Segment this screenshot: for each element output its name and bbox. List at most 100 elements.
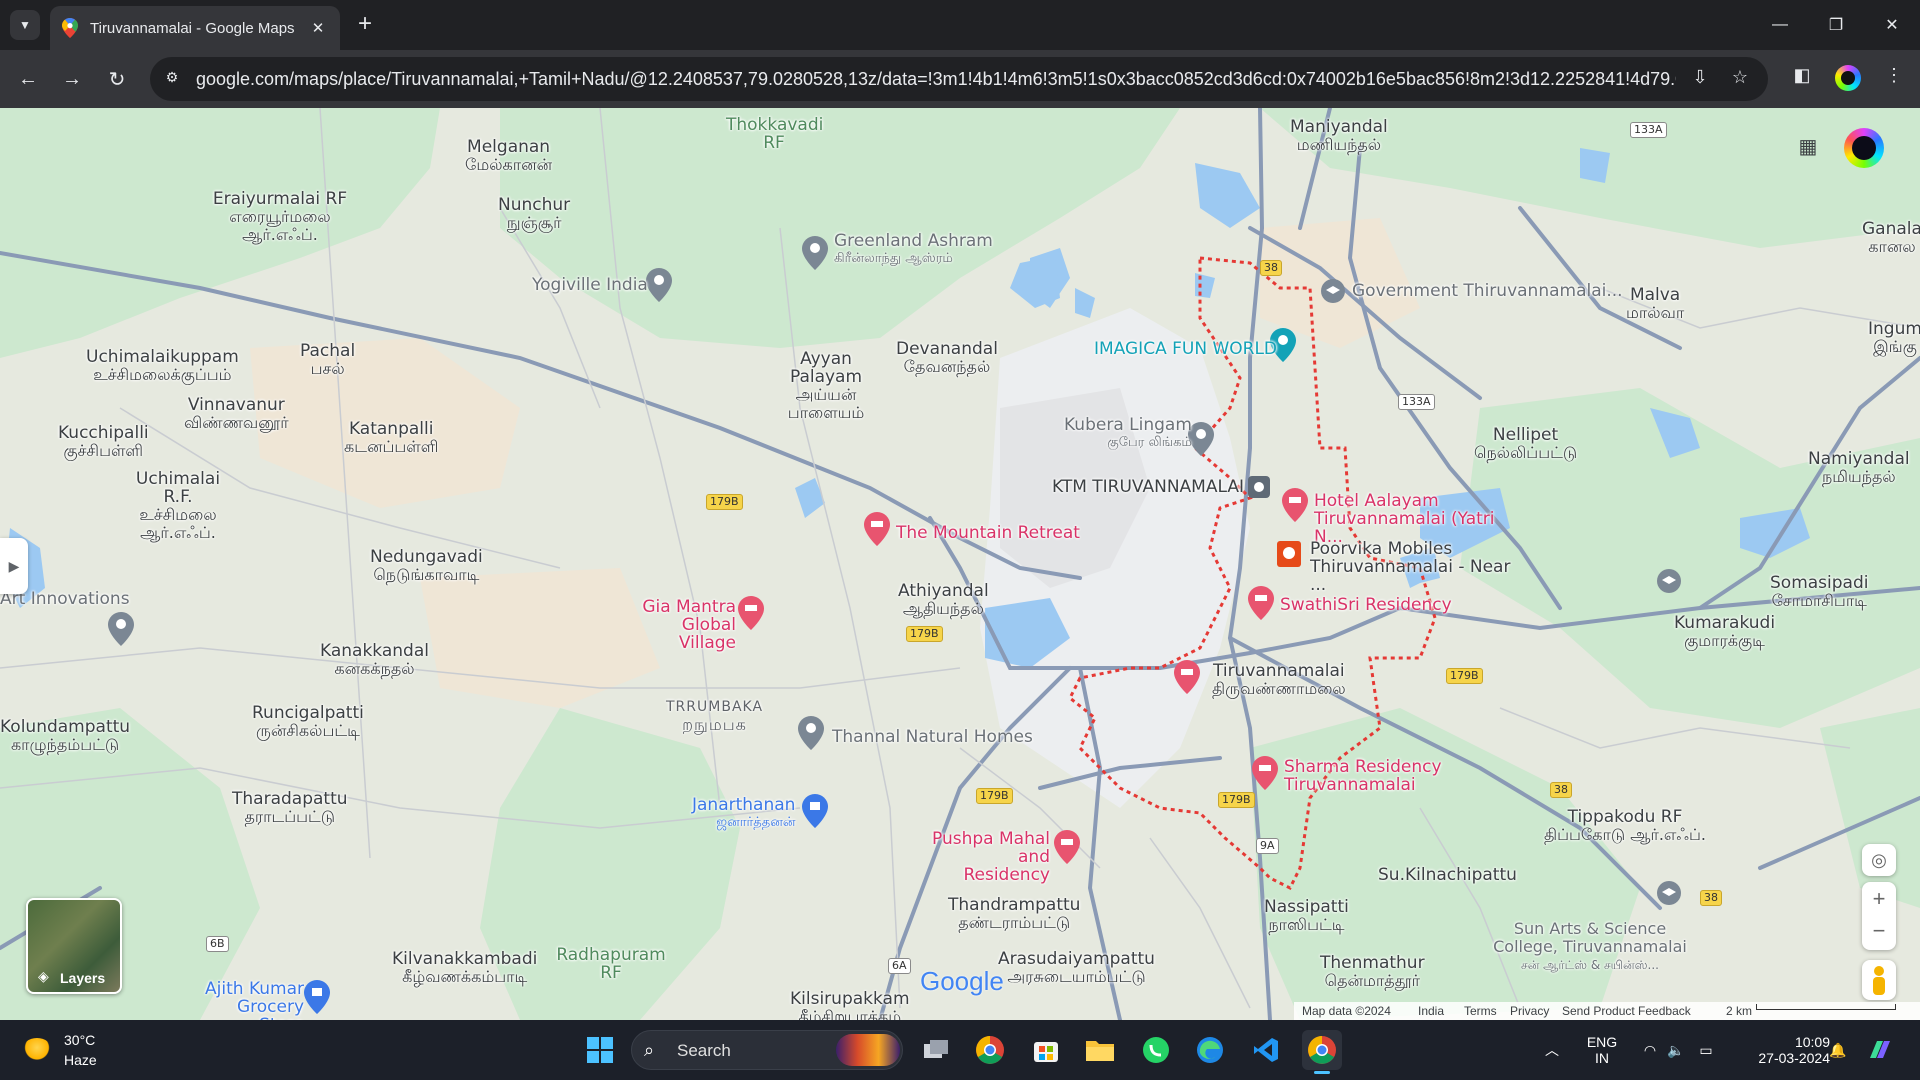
place-label[interactable]: Kanakkandal கனகக்நதல் — [320, 642, 429, 678]
poi-label[interactable]: Thannal Natural Homes — [832, 728, 1033, 746]
notification-bell-icon[interactable]: 🔔 — [1826, 1020, 1850, 1080]
poi-label[interactable]: Sharma Residency Tiruvannamalai — [1284, 758, 1444, 794]
new-tab-button[interactable]: + — [352, 12, 378, 38]
place-label[interactable]: Kolundampattu காழுந்தம்பட்டு — [0, 718, 130, 754]
street-view-pegman-icon[interactable] — [1862, 960, 1896, 1000]
place-label[interactable]: Somasipadi சோமாசிபாடி — [1770, 574, 1868, 610]
place-label[interactable]: Thenmathur தென்மாத்தூர் — [1320, 954, 1425, 990]
place-label[interactable]: Uchimalaikuppam உச்சிமலைக்குப்பம் — [86, 348, 239, 384]
vscode-icon[interactable] — [1246, 1030, 1286, 1070]
battery-icon[interactable]: ▭ — [1694, 1020, 1718, 1080]
place-label[interactable]: Runcigalpatti ருன்சிகல்பட்டி — [252, 704, 364, 740]
hotel-pin-icon[interactable] — [1282, 488, 1308, 522]
place-label[interactable]: Devanandal தேவனந்தல் — [896, 340, 998, 376]
place-label[interactable]: Melganan மேல்கானன் — [465, 138, 552, 174]
profile-avatar[interactable] — [1835, 65, 1861, 91]
place-label[interactable]: Su.Kilnachipattu — [1378, 866, 1517, 884]
poi-label[interactable]: Yogiville India — [532, 276, 648, 294]
file-explorer-icon[interactable] — [1080, 1030, 1120, 1070]
place-label-city[interactable]: Tiruvannamalai திருவண்ணாமலை — [1212, 662, 1346, 698]
hotel-pin-icon[interactable] — [738, 596, 764, 630]
poi-label[interactable]: Poorvika Mobiles Thiruvannamalai - Near … — [1310, 540, 1526, 594]
url-text[interactable]: google.com/maps/place/Tiruvannamalai,+Ta… — [196, 69, 1676, 90]
place-label[interactable]: Pachal பசல் — [300, 342, 355, 378]
poi-label[interactable]: KTM TIRUVANNAMALAI — [1052, 478, 1244, 496]
zoom-out-button[interactable]: − — [1873, 916, 1886, 950]
tab-search-button[interactable]: ▼ — [10, 10, 40, 40]
pin-icon[interactable] — [798, 716, 824, 750]
place-label[interactable]: Vinnavanur விண்ணவனூர் — [184, 396, 289, 432]
hotel-pin-icon[interactable] — [1174, 660, 1200, 694]
place-label[interactable]: Ayyan Palayam அய்யன் பாளையம் — [776, 350, 876, 422]
hotel-pin-icon[interactable] — [1252, 756, 1278, 790]
scale-label[interactable]: 2 km — [1726, 1004, 1752, 1018]
hotel-pin-icon[interactable] — [1054, 830, 1080, 864]
wifi-icon[interactable]: ◠ — [1638, 1020, 1662, 1080]
whatsapp-icon[interactable] — [1136, 1030, 1176, 1070]
account-avatar[interactable] — [1844, 128, 1884, 168]
place-label[interactable]: Ganala கானல — [1862, 220, 1920, 256]
school-pin-icon[interactable] — [1320, 278, 1346, 312]
forward-arrow-icon[interactable]: → — [56, 63, 88, 95]
poi-label[interactable]: Government Thiruvannamalai... — [1352, 282, 1623, 300]
poi-label[interactable]: Greenland Ashram கிரீன்லாந்து ஆஸ்ரம் — [834, 232, 993, 268]
poi-label[interactable]: IMAGICA FUN WORLD — [1094, 340, 1277, 358]
place-label[interactable]: Kilsirupakkam கீழ்சிறுபாக்கம் — [790, 990, 910, 1020]
zoom-in-button[interactable]: + — [1873, 882, 1886, 916]
place-label[interactable]: Thandrampattu தண்டராம்பட்டு — [948, 896, 1080, 932]
google-apps-icon[interactable]: ▦ — [1796, 134, 1820, 158]
shopping-pin-icon[interactable] — [304, 980, 330, 1014]
place-label[interactable]: Uchimalai R.F. உச்சிமலை ஆர்.எஃப். — [122, 470, 234, 542]
place-label[interactable]: Katanpalli கடனப்பள்ளி — [344, 420, 438, 456]
back-arrow-icon[interactable]: ← — [12, 63, 44, 95]
feedback-link[interactable]: Send Product Feedback — [1562, 1004, 1691, 1018]
pin-icon[interactable] — [802, 236, 828, 270]
place-label[interactable]: Arasudaiyampattu அரசுடையாம்பட்டு — [998, 950, 1155, 986]
store-pin-icon[interactable] — [1276, 540, 1302, 574]
place-label[interactable]: Kucchipalli குச்சிபள்ளி — [58, 424, 149, 460]
pin-icon[interactable] — [108, 612, 134, 646]
menu-kebab-icon[interactable]: ⋮ — [1880, 65, 1908, 93]
expand-side-panel-button[interactable]: ▶ — [0, 538, 28, 594]
place-label[interactable]: Maniyandal மணியந்தல் — [1290, 118, 1388, 154]
volume-icon[interactable]: 🔈 — [1664, 1020, 1688, 1080]
store-icon[interactable] — [1026, 1030, 1066, 1070]
address-bar[interactable]: ⚙ google.com/maps/place/Tiruvannamalai,+… — [150, 57, 1768, 101]
bookmark-star-icon[interactable]: ☆ — [1728, 67, 1752, 91]
tab-google-maps[interactable]: Tiruvannamalai - Google Maps ✕ — [50, 6, 340, 50]
school-pin-icon[interactable] — [1656, 880, 1682, 914]
place-label[interactable]: Eraiyurmalai RF எரையூர்மலை ஆர்.எஃப். — [210, 190, 350, 244]
place-label[interactable]: Ingum இங்கு — [1868, 320, 1920, 356]
edge-icon[interactable] — [1190, 1030, 1230, 1070]
shopping-pin-icon[interactable] — [802, 794, 828, 828]
pin-icon[interactable] — [646, 268, 672, 302]
poi-label[interactable]: Ajith Kumar Grocery Store — [188, 980, 304, 1020]
privacy-link[interactable]: Privacy — [1510, 1004, 1549, 1018]
place-label[interactable]: Namiyandal நமியந்தல் — [1808, 450, 1910, 486]
reload-icon[interactable]: ↻ — [101, 63, 133, 95]
poi-label[interactable]: Kubera Lingam குபேர லிங்கம் — [1064, 416, 1192, 452]
place-label[interactable]: Malva மால்வா — [1626, 286, 1684, 322]
poi-label[interactable]: Hotel Aalayam Tiruvannamalai (Yatri N... — [1314, 492, 1524, 546]
start-button[interactable] — [580, 1030, 620, 1070]
poi-label[interactable]: Sun Arts & Science College, Tiruvannamal… — [1490, 920, 1690, 974]
chrome-icon[interactable] — [970, 1030, 1010, 1070]
hotel-pin-icon[interactable] — [1248, 586, 1274, 620]
place-label[interactable]: Kilvanakkambadi கீழ்வணக்கம்பாடி — [392, 950, 537, 986]
chrome-active-icon[interactable] — [1302, 1030, 1342, 1074]
place-label[interactable]: Athiyandal ஆதியந்தல் — [898, 582, 989, 618]
place-label[interactable]: Nassipatti நாஸிபட்டி — [1264, 898, 1349, 934]
map-canvas[interactable]: Maniyandal மணியந்தல் Melganan மேல்கானன் Nu… — [0, 108, 1920, 1020]
close-tab-icon[interactable]: ✕ — [308, 19, 328, 37]
weather-widget[interactable]: 30°C Haze — [20, 1028, 140, 1072]
shop-pin-icon[interactable] — [1246, 474, 1272, 508]
clock[interactable]: 10:09 27-03-2024 — [1730, 1020, 1830, 1080]
hotel-pin-icon[interactable] — [864, 512, 890, 546]
poi-label[interactable]: Gia Mantra Global Village — [626, 598, 736, 652]
poi-label[interactable]: Janarthanan ஜனார்த்தனன் — [692, 796, 795, 832]
layers-button[interactable]: ◈ Layers — [26, 898, 122, 994]
poi-label[interactable]: SwathiSri Residency — [1280, 596, 1452, 614]
terms-link[interactable]: Terms — [1464, 1004, 1497, 1018]
restore-button[interactable]: ❐ — [1808, 0, 1864, 50]
minimize-button[interactable]: — — [1752, 0, 1808, 50]
